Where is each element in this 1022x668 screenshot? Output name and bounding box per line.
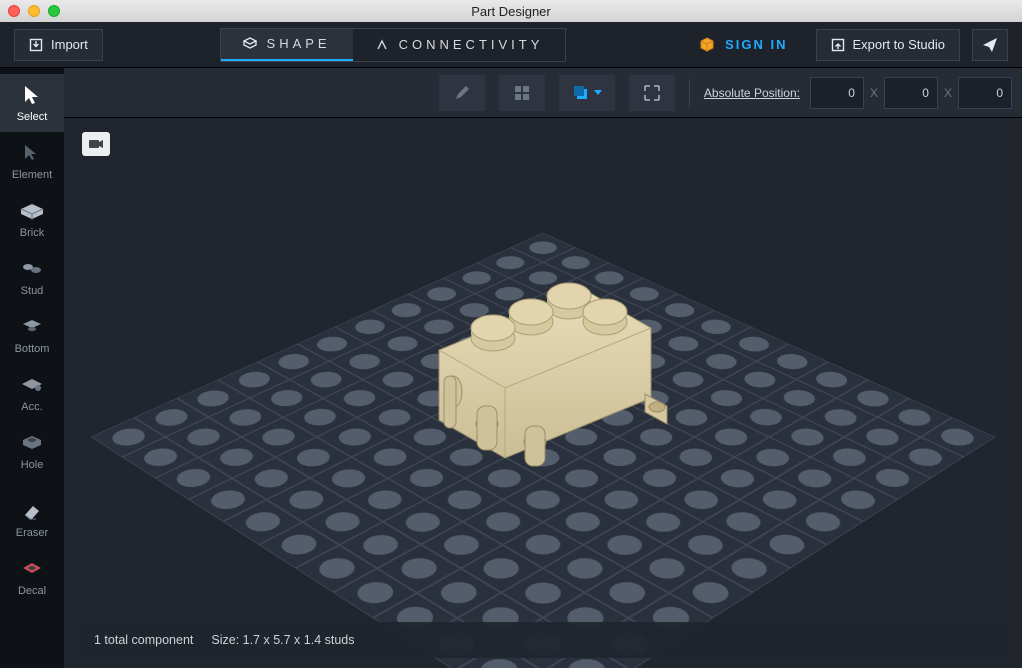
edit-button[interactable] <box>439 75 485 111</box>
tab-connectivity-label: CONNECTIVITY <box>399 37 544 52</box>
tool-eraser-label: Eraser <box>16 527 48 539</box>
import-label: Import <box>51 37 88 52</box>
sub-toolbar: Absolute Position: X X <box>64 68 1022 118</box>
connectivity-icon <box>375 38 389 52</box>
cube-icon <box>699 37 715 53</box>
base-grid <box>223 118 863 668</box>
camera-icon <box>88 138 104 150</box>
x-separator-1: X <box>870 86 878 100</box>
tool-select[interactable]: Select <box>0 74 64 132</box>
tool-stud-label: Stud <box>21 285 44 297</box>
shape-icon <box>243 37 257 51</box>
layers-icon <box>572 84 590 102</box>
paper-plane-icon <box>982 37 998 53</box>
top-toolbar: Import SHAPE CONNECTIVITY SIGN IN Export… <box>0 22 1022 68</box>
tool-decal[interactable]: Decal <box>0 548 64 606</box>
expand-button[interactable] <box>629 75 675 111</box>
absolute-position-label: Absolute Position: <box>704 86 800 100</box>
tool-brick[interactable]: Brick <box>0 190 64 248</box>
tool-eraser[interactable]: Eraser <box>0 490 64 548</box>
mode-tabs: SHAPE CONNECTIVITY <box>220 28 567 62</box>
sign-in-button[interactable]: SIGN IN <box>683 37 803 53</box>
tool-bottom-label: Bottom <box>15 343 50 355</box>
tool-element-label: Element <box>12 169 52 181</box>
window-title: Part Designer <box>0 4 1022 19</box>
export-button[interactable]: Export to Studio <box>816 29 961 61</box>
main-area: Absolute Position: X X <box>64 68 1022 668</box>
layer-dropdown[interactable] <box>559 75 615 111</box>
export-label: Export to Studio <box>853 37 946 52</box>
x-separator-2: X <box>944 86 952 100</box>
camera-button[interactable] <box>82 132 110 156</box>
pencil-icon <box>453 84 471 102</box>
send-button[interactable] <box>972 29 1008 61</box>
bottom-icon <box>21 317 43 337</box>
tab-shape[interactable]: SHAPE <box>221 29 353 61</box>
chevron-down-icon <box>594 90 602 96</box>
expand-icon <box>643 84 661 102</box>
stud-icon <box>20 259 44 279</box>
tool-hole-label: Hole <box>21 459 44 471</box>
element-cursor-icon <box>22 143 42 163</box>
tool-decal-label: Decal <box>18 585 46 597</box>
accessory-icon <box>20 375 44 395</box>
export-icon <box>831 38 845 52</box>
eraser-icon <box>21 502 43 520</box>
tool-sidebar: Select Element Brick Stud Bottom Acc. Ho… <box>0 68 64 668</box>
tool-hole[interactable]: Hole <box>0 422 64 480</box>
grid-button[interactable] <box>499 75 545 111</box>
tab-shape-label: SHAPE <box>267 36 331 51</box>
tool-select-label: Select <box>17 111 48 123</box>
component-count: 1 total component <box>94 633 193 647</box>
select-cursor-icon <box>22 84 42 106</box>
size-readout: Size: 1.7 x 5.7 x 1.4 studs <box>211 633 354 647</box>
tool-acc[interactable]: Acc. <box>0 364 64 422</box>
import-icon <box>29 38 43 52</box>
grid-icon <box>513 84 531 102</box>
hole-icon <box>21 433 43 453</box>
tool-brick-label: Brick <box>20 227 44 239</box>
mac-titlebar: Part Designer <box>0 0 1022 22</box>
pos-x-input[interactable] <box>810 77 864 109</box>
brick-icon <box>19 201 45 221</box>
tool-acc-label: Acc. <box>21 401 42 413</box>
import-button[interactable]: Import <box>14 29 103 61</box>
tab-connectivity[interactable]: CONNECTIVITY <box>353 29 566 61</box>
status-bar: 1 total component Size: 1.7 x 5.7 x 1.4 … <box>80 622 1006 658</box>
absolute-position-group: Absolute Position: X X <box>704 77 1012 109</box>
pos-y-input[interactable] <box>884 77 938 109</box>
pos-z-input[interactable] <box>958 77 1012 109</box>
sign-in-label: SIGN IN <box>725 37 787 52</box>
viewport-canvas[interactable]: 1 total component Size: 1.7 x 5.7 x 1.4 … <box>64 118 1022 668</box>
tool-element[interactable]: Element <box>0 132 64 190</box>
tool-bottom[interactable]: Bottom <box>0 306 64 364</box>
decal-icon <box>21 560 43 578</box>
tool-stud[interactable]: Stud <box>0 248 64 306</box>
